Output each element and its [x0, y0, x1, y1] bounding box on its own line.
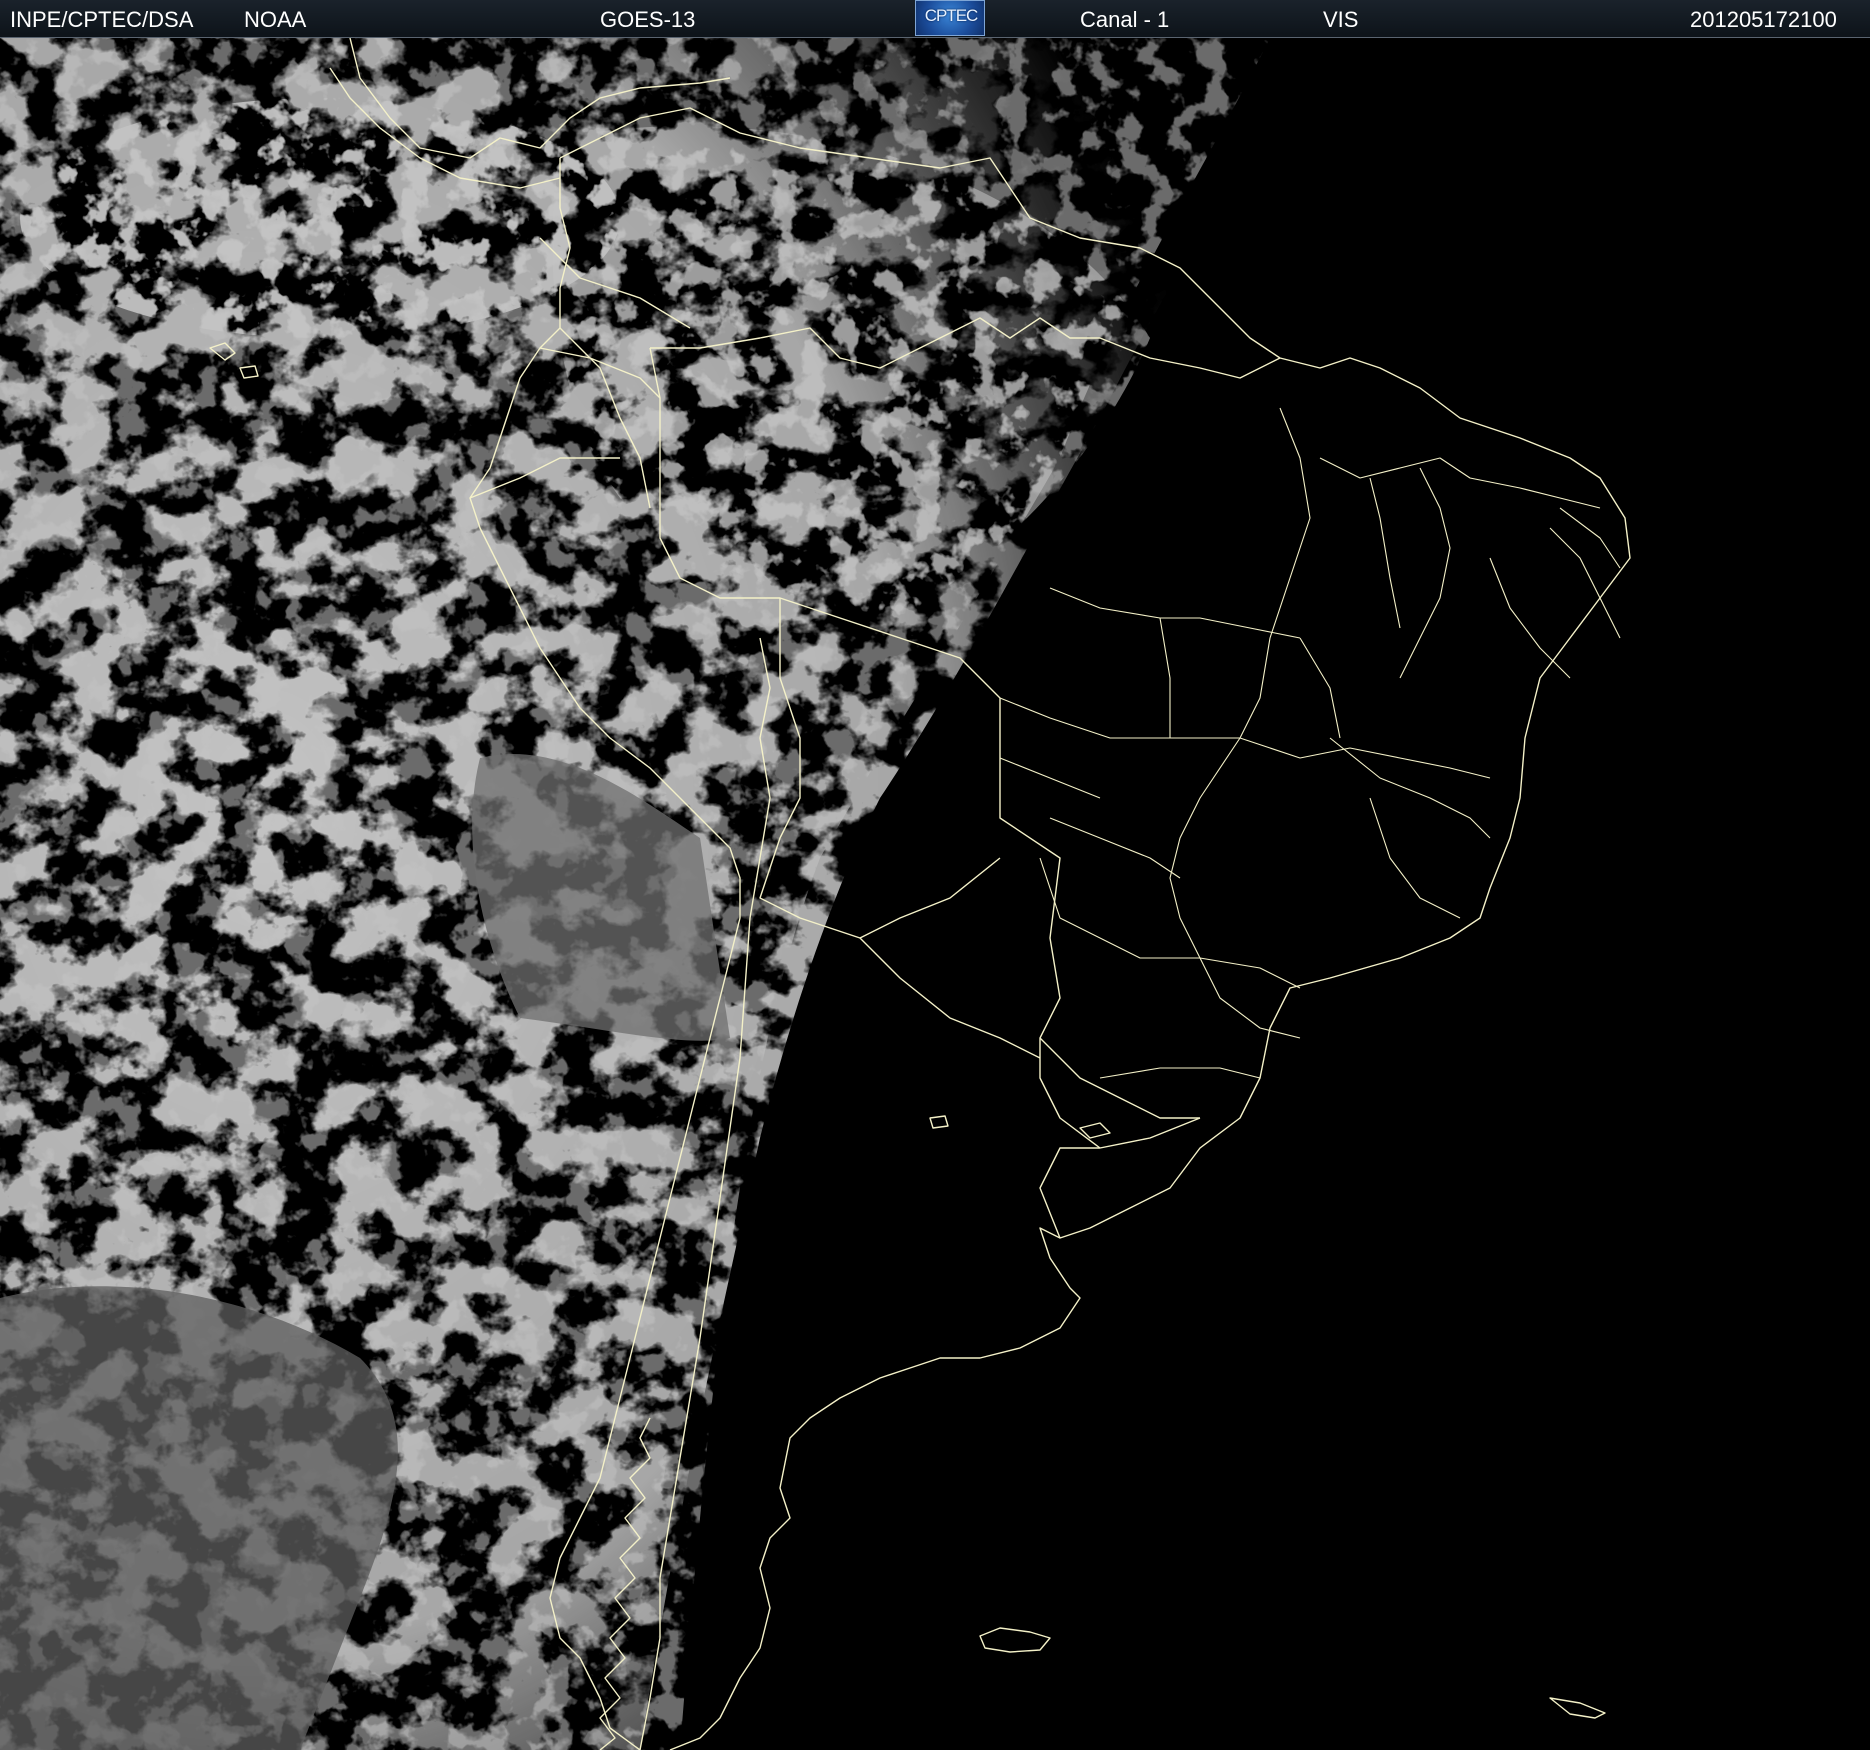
cptec-logo-text: CPTEC [924, 6, 979, 25]
cptec-logo: CPTEC [915, 0, 985, 36]
timestamp-label: 201205172100 [1690, 7, 1837, 32]
agency-label: INPE/CPTEC/DSA [10, 7, 194, 32]
provider-label: NOAA [244, 7, 307, 32]
satellite-image [0, 38, 1870, 1750]
image-header-bar: INPE/CPTEC/DSA NOAA GOES-13 CPTEC Canal … [0, 0, 1870, 38]
satellite-image-canvas [0, 38, 1870, 1750]
band-label: VIS [1323, 7, 1359, 32]
satellite-label: GOES-13 [600, 7, 696, 32]
channel-label: Canal - 1 [1080, 7, 1170, 32]
